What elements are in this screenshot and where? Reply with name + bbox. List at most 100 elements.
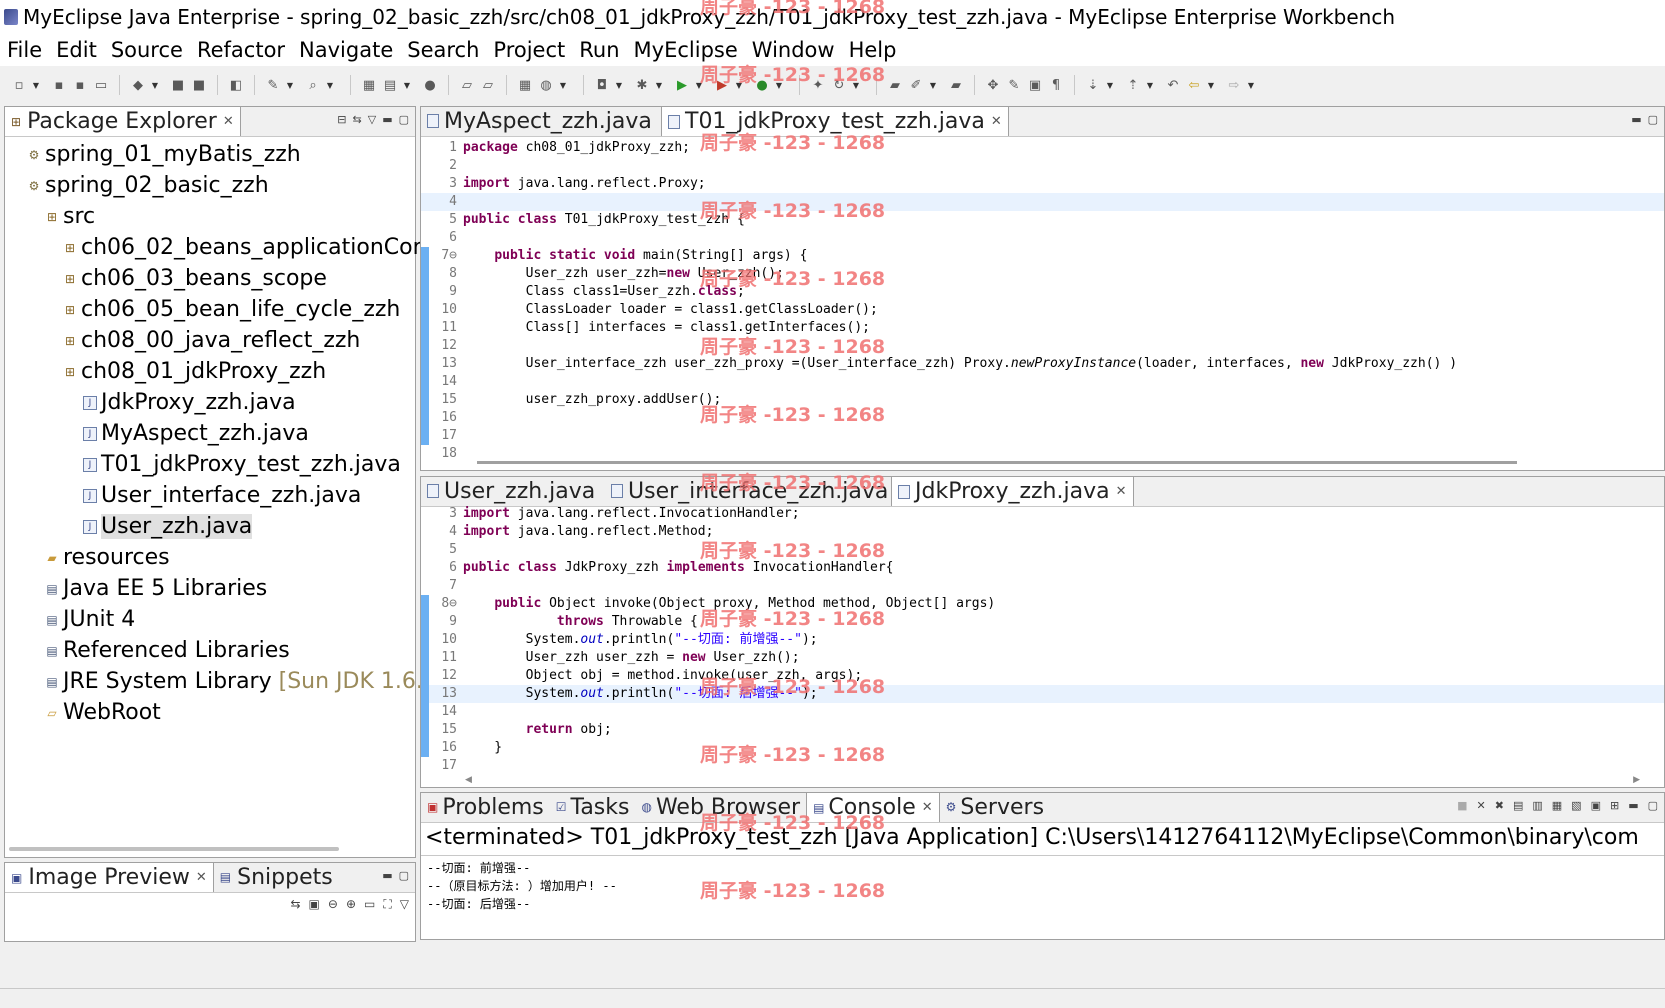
code-line[interactable]: 18 xyxy=(421,445,1664,457)
minimize-icon[interactable]: ▬ xyxy=(382,869,392,882)
toggle-ant-icon[interactable]: ✥ xyxy=(984,76,1002,94)
tree-item-project[interactable]: ⚙ spring_01_myBatis_zzh xyxy=(27,139,301,170)
code-line[interactable]: 17 xyxy=(421,757,1664,773)
screenshot-icon[interactable]: ◘ xyxy=(593,76,611,94)
menu-edit[interactable]: Edit xyxy=(49,38,104,62)
code-line[interactable]: 14 xyxy=(421,373,1664,391)
tree-item-package[interactable]: ⊞ ch06_02_beans_applicationCont xyxy=(63,232,435,263)
close-icon[interactable]: ✕ xyxy=(922,800,933,815)
tree-item-folder[interactable]: ▰ resources xyxy=(45,542,169,573)
chevron-down-icon[interactable]: ▼ xyxy=(928,76,938,94)
print-icon[interactable]: ▭ xyxy=(92,76,110,94)
maximize-icon[interactable]: ▢ xyxy=(1648,799,1658,812)
minimize-icon[interactable]: ▬ xyxy=(1628,799,1638,812)
tree-item-source-folder[interactable]: ⊞ src xyxy=(45,201,95,232)
actual-size-icon[interactable]: ▭ xyxy=(364,897,375,912)
view-menu-icon[interactable]: ▽ xyxy=(368,113,376,126)
forward-icon[interactable]: ⇨ xyxy=(1225,76,1243,94)
remove-all-icon[interactable]: ✖ xyxy=(1495,799,1504,812)
horizontal-scrollbar[interactable] xyxy=(477,461,1517,464)
open-folder-icon[interactable]: ▰ xyxy=(886,76,904,94)
chevron-down-icon[interactable]: ▼ xyxy=(734,76,744,94)
code-line[interactable]: 14 xyxy=(421,703,1664,721)
menu-myeclipse[interactable]: MyEclipse xyxy=(627,38,745,62)
close-icon[interactable]: ✕ xyxy=(1116,484,1127,499)
tree-item-package[interactable]: ⊞ ch06_05_bean_life_cycle_zzh xyxy=(63,294,400,325)
code-line[interactable]: 12 xyxy=(421,337,1664,355)
chevron-down-icon[interactable]: ▼ xyxy=(325,76,335,94)
menu-window[interactable]: Window xyxy=(745,38,842,62)
menu-navigate[interactable]: Navigate xyxy=(292,38,400,62)
chevron-down-icon[interactable]: ▼ xyxy=(851,76,861,94)
link-editor-icon[interactable]: ⇆ xyxy=(353,113,362,126)
code-line[interactable]: 8 User_zzh user_zzh=new User_zzh(); xyxy=(421,265,1664,283)
close-icon[interactable]: ✕ xyxy=(223,114,234,129)
tab-myaspect[interactable]: MyAspect_zzh.java xyxy=(421,106,661,136)
task-icon[interactable]: ✐ xyxy=(907,76,925,94)
tree-item-java-file[interactable]: J MyAspect_zzh.java xyxy=(83,418,309,449)
tab-tasks[interactable]: ☑ Tasks xyxy=(550,792,636,822)
save-icon[interactable]: ▪ xyxy=(50,76,68,94)
chevron-down-icon[interactable]: ▼ xyxy=(654,76,664,94)
scroll-right-icon[interactable]: ▶ xyxy=(1633,775,1640,785)
show-whitespace-icon[interactable]: ¶ xyxy=(1047,76,1065,94)
code-line[interactable]: 3 import java.lang.reflect.InvocationHand… xyxy=(421,505,1664,523)
tab-web-browser[interactable]: ◍ Web Browser xyxy=(635,792,806,822)
scroll-lock-icon[interactable]: ▥ xyxy=(1532,799,1542,812)
hierarchy-icon[interactable]: ▦ xyxy=(360,76,378,94)
chevron-down-icon[interactable]: ▼ xyxy=(1206,76,1216,94)
word-wrap-icon[interactable]: ▦ xyxy=(1552,799,1562,812)
code-line[interactable]: 2 xyxy=(421,157,1664,175)
refresh-icon[interactable]: ↻ xyxy=(830,76,848,94)
tab-package-explorer[interactable]: ⊞ Package Explorer ✕ xyxy=(5,106,241,136)
save-all-icon[interactable]: ▪ xyxy=(71,76,89,94)
code-line[interactable]: 13 User_interface_zzh user_zzh_proxy =(U… xyxy=(421,355,1664,373)
code-line[interactable]: 12 Object obj = method.invoke(user_zzh, … xyxy=(421,667,1664,685)
code-line[interactable]: 4 import java.lang.reflect.Method; xyxy=(421,523,1664,541)
run-icon[interactable]: ▶ xyxy=(673,76,691,94)
minimize-icon[interactable]: ▬ xyxy=(1631,113,1641,126)
maximize-icon[interactable]: ▢ xyxy=(399,113,409,126)
tree-item-project[interactable]: ⚙ spring_02_basic_zzh xyxy=(27,170,269,201)
chevron-down-icon[interactable]: ▼ xyxy=(1145,76,1155,94)
chevron-down-icon[interactable]: ▼ xyxy=(150,76,160,94)
view-menu-icon[interactable]: ▽ xyxy=(400,897,409,912)
open-type-icon[interactable]: ◧ xyxy=(227,76,245,94)
tab-image-preview[interactable]: ▣ Image Preview ✕ xyxy=(5,862,214,892)
deploy-icon[interactable]: ■ xyxy=(169,76,187,94)
open-console-icon[interactable]: ⊞ xyxy=(1610,799,1619,812)
code-line[interactable]: 16 xyxy=(421,409,1664,427)
open-project-icon[interactable]: ▰ xyxy=(947,76,965,94)
pin-icon[interactable]: ▧ xyxy=(1571,799,1581,812)
code-line[interactable]: 6 xyxy=(421,229,1664,247)
collapse-all-icon[interactable]: ⊟ xyxy=(337,113,346,126)
minimize-icon[interactable]: ▬ xyxy=(382,113,392,126)
editor-top-code[interactable]: 1 package ch08_01_jdkProxy_zzh; 2 3 import j… xyxy=(421,139,1664,457)
scroll-left-icon[interactable]: ◀ xyxy=(465,775,472,785)
chevron-down-icon[interactable]: ▼ xyxy=(402,76,412,94)
tab-user-interface-zzh[interactable]: User_interface_zzh.java xyxy=(605,476,891,506)
back-icon[interactable]: ⇦ xyxy=(1185,76,1203,94)
block-select-icon[interactable]: ▣ xyxy=(1026,76,1044,94)
coverage-icon[interactable]: ● xyxy=(753,76,771,94)
fit-window-icon[interactable]: ⛶ xyxy=(383,897,391,912)
chevron-down-icon[interactable]: ▼ xyxy=(31,76,41,94)
menu-search[interactable]: Search xyxy=(400,38,486,62)
tab-problems[interactable]: ▣ Problems xyxy=(421,792,550,822)
menu-source[interactable]: Source xyxy=(104,38,190,62)
dashboard-icon[interactable]: ◍ xyxy=(537,76,555,94)
code-line[interactable]: 5 public class T01_jdkProxy_test_zzh { xyxy=(421,211,1664,229)
code-line[interactable]: 10 System.out.println("--切面: 前增强--"); xyxy=(421,631,1664,649)
display-console-icon[interactable]: ▣ xyxy=(1591,799,1601,812)
fit-image-icon[interactable]: ▣ xyxy=(309,897,320,912)
tab-jdkproxy-zzh[interactable]: JdkProxy_zzh.java ✕ xyxy=(891,476,1134,506)
server-icon[interactable]: ■ xyxy=(190,76,208,94)
tree-item-library[interactable]: ▤ Java EE 5 Libraries xyxy=(45,573,267,604)
chevron-down-icon[interactable]: ▼ xyxy=(285,76,295,94)
tree-item-library[interactable]: ▤ JUnit 4 xyxy=(45,604,135,635)
code-line[interactable]: 10 ClassLoader loader = class1.getClassL… xyxy=(421,301,1664,319)
tree-item-package[interactable]: ⊞ ch06_03_beans_scope xyxy=(63,263,327,294)
code-line[interactable]: 8⊖ public Object invoke(Object proxy, Me… xyxy=(421,595,1664,613)
web-service-icon[interactable]: ✎ xyxy=(264,76,282,94)
tab-user-zzh[interactable]: User_zzh.java xyxy=(421,476,605,506)
